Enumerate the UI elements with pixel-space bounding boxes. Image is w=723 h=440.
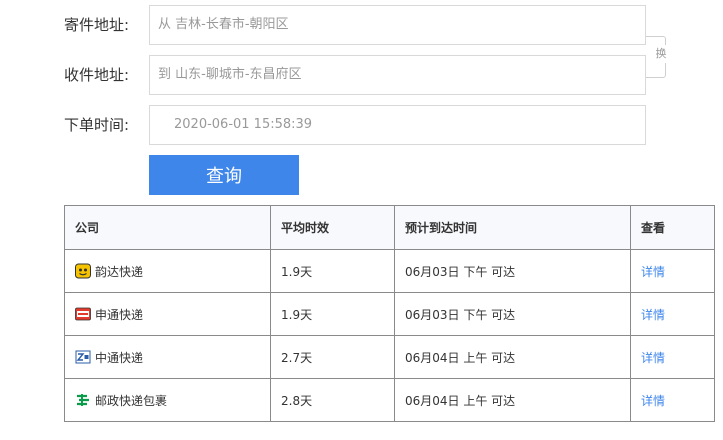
table-row: 中通快递 2.7天 06月04日 上午 可达 详情 <box>64 335 715 379</box>
sender-row: 寄件地址: 从 吉林-长春市-朝阳区 <box>0 5 723 45</box>
avg-time-cell: 2.7天 <box>270 335 395 379</box>
company-cell: 韵达快递 <box>64 249 271 293</box>
company-cell: 中通快递 <box>64 335 271 379</box>
sender-address-field[interactable]: 从 吉林-长春市-朝阳区 <box>149 5 646 45</box>
company-cell: 邮政快递包裹 <box>64 378 271 422</box>
ems-logo-icon <box>75 392 91 408</box>
table-row: 邮政快递包裹 2.8天 06月04日 上午 可达 详情 <box>64 378 715 422</box>
company-cell: 申通快递 <box>64 292 271 336</box>
avg-time-cell: 1.9天 <box>270 249 395 293</box>
company-name: 韵达快递 <box>95 264 144 279</box>
company-name: 中通快递 <box>95 350 144 365</box>
header-company: 公司 <box>64 205 271 250</box>
table-header-row: 公司 平均时效 预计到达时间 查看 <box>64 205 715 250</box>
company-info: 邮政快递包裹 <box>75 392 260 409</box>
eta-cell: 06月03日 下午 可达 <box>394 292 631 336</box>
receiver-row: 收件地址: 到 山东-聊城市-东昌府区 <box>0 55 723 95</box>
swap-button[interactable]: 换 <box>654 45 668 63</box>
action-cell: 详情 <box>630 249 715 293</box>
receiver-label: 收件地址: <box>64 66 130 84</box>
eta-cell: 06月04日 上午 可达 <box>394 335 631 379</box>
sender-label: 寄件地址: <box>64 16 130 34</box>
company-info: 申通快递 <box>75 306 260 323</box>
eta-cell: 06月03日 下午 可达 <box>394 249 631 293</box>
header-eta: 预计到达时间 <box>394 205 631 250</box>
action-cell: 详情 <box>630 292 715 336</box>
company-name: 邮政快递包裹 <box>95 393 168 408</box>
eta-cell: 06月04日 上午 可达 <box>394 378 631 422</box>
avg-time-cell: 2.8天 <box>270 378 395 422</box>
company-info: 中通快递 <box>75 349 260 366</box>
table-row: 韵达快递 1.9天 06月03日 下午 可达 详情 <box>64 249 715 293</box>
receiver-address-field[interactable]: 到 山东-聊城市-东昌府区 <box>149 55 646 95</box>
avg-time-cell: 1.9天 <box>270 292 395 336</box>
results-table: 公司 平均时效 预计到达时间 查看 韵达快递 1.9天 06月03日 下午 可达… <box>64 205 715 422</box>
query-button[interactable]: 查询 <box>149 155 299 195</box>
detail-link[interactable]: 详情 <box>641 351 665 365</box>
time-label: 下单时间: <box>64 116 130 134</box>
company-name: 申通快递 <box>95 307 144 322</box>
header-action: 查看 <box>630 205 715 250</box>
sto-logo-icon <box>75 306 91 322</box>
detail-link[interactable]: 详情 <box>641 394 665 408</box>
detail-link[interactable]: 详情 <box>641 308 665 322</box>
action-cell: 详情 <box>630 335 715 379</box>
detail-link[interactable]: 详情 <box>641 265 665 279</box>
company-info: 韵达快递 <box>75 263 260 280</box>
zto-logo-icon <box>75 349 91 365</box>
yunda-logo-icon <box>75 263 91 279</box>
order-time-field[interactable]: 2020-06-01 15:58:39 <box>149 105 646 145</box>
time-row: 下单时间: 2020-06-01 15:58:39 <box>0 105 723 145</box>
header-avg-time: 平均时效 <box>270 205 395 250</box>
table-row: 申通快递 1.9天 06月03日 下午 可达 详情 <box>64 292 715 336</box>
action-cell: 详情 <box>630 378 715 422</box>
